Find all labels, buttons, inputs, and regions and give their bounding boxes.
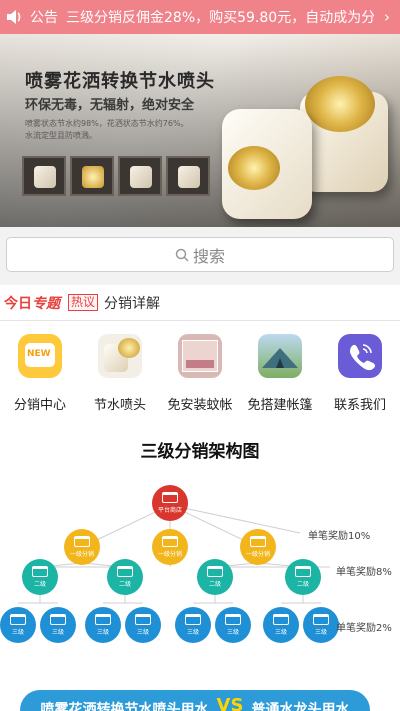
level2-node: 二级 [22,559,58,595]
hot-badge: 热议 [68,294,99,311]
reward-label-level3: 单笔奖励2% [336,623,392,634]
banner-subtitle: 环保无毒，无辐射，绝对安全 [25,98,195,113]
level1-node-label: 一级分销 [245,551,270,558]
today-topic-bar[interactable]: 今日 专题 热议 分销详解 [0,285,400,321]
level3-node: 三级 [263,607,299,643]
phone-icon [338,334,382,378]
level2-node-label: 二级 [33,581,46,588]
level3-node-label: 三级 [314,629,327,636]
shop-icon [313,614,329,625]
level1-node: 一级分销 [152,529,188,565]
shop-icon [162,492,178,503]
banner-thumbnail [166,156,210,196]
shop-icon [74,536,90,547]
today-label: 今日 [4,295,32,312]
chevron-right-icon[interactable]: › [374,8,400,26]
nozzle-product-icon [98,334,142,378]
topic-title[interactable]: 分销详解 [104,293,160,313]
level3-node-label: 三级 [226,629,239,636]
search-icon [175,248,189,262]
level1-node-label: 一级分销 [157,551,182,558]
level3-node-label: 三级 [11,629,24,636]
level3-node-label: 三级 [96,629,109,636]
level3-node: 三级 [303,607,339,643]
level1-node-label: 一级分销 [69,551,94,558]
nav-item-nozzle[interactable]: 节水喷头 [80,330,160,420]
topic-label: 专题 [32,295,60,312]
level3-node: 三级 [175,607,211,643]
level3-node: 三级 [0,607,36,643]
notice-text: 三级分销反佣金28%，购买59.80元，自动成为分销商 [66,10,374,26]
shop-icon [162,536,178,547]
product-image [228,146,280,190]
new-badge-icon: NEW [18,334,62,378]
shop-icon [135,614,151,625]
product-image [305,76,375,132]
reward-label-level1: 单笔奖励10% [308,531,371,542]
search-area: 搜索 [0,227,400,285]
tent-icon [258,334,302,378]
notice-label: 公告 [30,10,58,26]
nav-item-tent[interactable]: 免搭建帐篷 [240,330,320,420]
level2-node: 二级 [197,559,233,595]
shop-icon [117,566,133,577]
level3-node: 三级 [215,607,251,643]
level2-node-label: 二级 [296,581,309,588]
comparison-right: 普通水龙头用水 [251,702,350,711]
level3-node-label: 三级 [51,629,64,636]
shop-icon [50,614,66,625]
shop-icon [10,614,26,625]
level3-node-label: 三级 [136,629,149,636]
category-nav: NEW 分销中心 节水喷头 免安装蚊帐 免搭建帐篷 联系我们 [0,330,400,420]
banner-title: 喷雾花洒转换节水喷头 [25,71,215,92]
shop-icon [273,614,289,625]
shop-icon [185,614,201,625]
vs-label: VS [216,695,244,711]
search-input[interactable]: 搜索 [6,237,394,272]
shop-icon [207,566,223,577]
banner-thumbnail [118,156,162,196]
shop-icon [295,566,311,577]
level3-node: 三级 [125,607,161,643]
level2-node: 二级 [285,559,321,595]
level3-node-label: 三级 [186,629,199,636]
nav-item-distribution-center[interactable]: NEW 分销中心 [0,330,80,420]
level1-node: 一级分销 [240,529,276,565]
mosquito-net-icon [178,334,222,378]
nav-item-contact-us[interactable]: 联系我们 [320,330,400,420]
search-placeholder: 搜索 [192,246,225,266]
shop-icon [225,614,241,625]
shop-icon [32,566,48,577]
level3-node: 三级 [85,607,121,643]
announcement-bar[interactable]: 公告 三级分销反佣金28%，购买59.80元，自动成为分销商 › [0,0,400,34]
banner-thumbnail [22,156,66,196]
nav-item-mosquito-net[interactable]: 免安装蚊帐 [160,330,240,420]
comparison-left: 喷雾花洒转换节水喷头用水 [40,702,209,711]
level2-node: 二级 [107,559,143,595]
distribution-diagram: 平台商店一级分销 一级分销 一级分销二级 二级 二级 二级三级 三级 三级 三级 三级 三级 三级 三级… [0,475,400,675]
banner-note: 喷雾状态节水约98%，花洒状态节水约76%。 水流定型且防喷溅。 [25,119,189,140]
banner-thumbnail [70,156,114,196]
level1-node: 一级分销 [64,529,100,565]
level3-node-label: 三级 [274,629,287,636]
root-node: 平台商店 [152,485,188,521]
reward-label-level2: 单笔奖励8% [336,567,392,578]
speaker-icon [0,0,30,34]
shop-icon [250,536,266,547]
level3-node: 三级 [40,607,76,643]
promo-banner[interactable]: 喷雾花洒转换节水喷头 环保无毒，无辐射，绝对安全 喷雾状态节水约98%，花洒状态… [0,34,400,227]
shop-icon [95,614,111,625]
level2-node-label: 二级 [118,581,131,588]
diagram-title: 三级分销架构图 [140,442,260,462]
comparison-banner[interactable]: 喷雾花洒转换节水喷头用水 VS 普通水龙头用水 [20,690,370,711]
level2-node-label: 二级 [208,581,221,588]
root-node-label: 平台商店 [157,507,182,514]
